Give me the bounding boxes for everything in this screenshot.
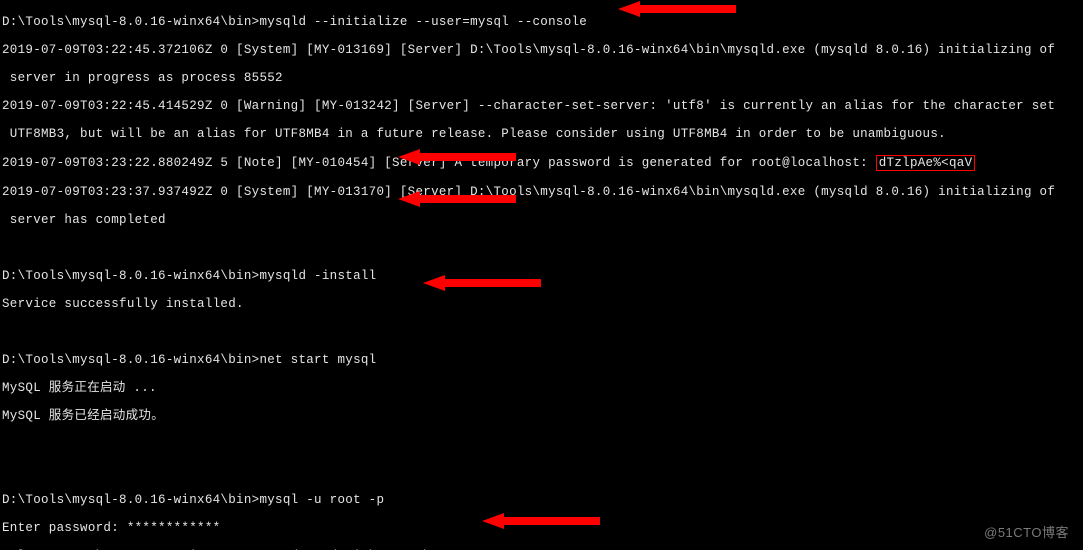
output-line: 2019-07-09T03:22:45.414529Z 0 [Warning] … [2, 99, 1083, 113]
cmd-install: mysqld -install [259, 269, 376, 283]
output-line: 2019-07-09T03:22:45.372106Z 0 [System] [… [2, 43, 1083, 57]
prompt: D:\Tools\mysql-8.0.16-winx64\bin> [2, 15, 259, 29]
prompt: D:\Tools\mysql-8.0.16-winx64\bin> [2, 269, 259, 283]
output-line: Enter password: ************ [2, 521, 1083, 535]
prompt: D:\Tools\mysql-8.0.16-winx64\bin> [2, 353, 259, 367]
terminal-output[interactable]: D:\Tools\mysql-8.0.16-winx64\bin>mysqld … [0, 0, 1083, 550]
blank-line [2, 437, 1083, 451]
blank-line [2, 325, 1083, 339]
output-line: MySQL 服务已经启动成功。 [2, 409, 1083, 423]
output-line: UTF8MB3, but will be an alias for UTF8MB… [2, 127, 1083, 141]
prompt: D:\Tools\mysql-8.0.16-winx64\bin> [2, 493, 259, 507]
output-line: server in progress as process 85552 [2, 71, 1083, 85]
cmd-netstart: net start mysql [259, 353, 376, 367]
watermark: @51CTO博客 [984, 526, 1069, 540]
temp-password-highlight: dTzlpAe%<qaV [876, 155, 976, 171]
output-line: 2019-07-09T03:23:37.937492Z 0 [System] [… [2, 185, 1083, 199]
cmd-mysql-login: mysql -u root -p [259, 493, 384, 507]
cmd-initialize: mysqld --initialize --user=mysql --conso… [259, 15, 587, 29]
blank-line [2, 241, 1083, 255]
output-line: Service successfully installed. [2, 297, 1083, 311]
blank-line [2, 465, 1083, 479]
output-line: MySQL 服务正在启动 ... [2, 381, 1083, 395]
output-line: server has completed [2, 213, 1083, 227]
output-line: 2019-07-09T03:23:22.880249Z 5 [Note] [MY… [2, 156, 876, 170]
